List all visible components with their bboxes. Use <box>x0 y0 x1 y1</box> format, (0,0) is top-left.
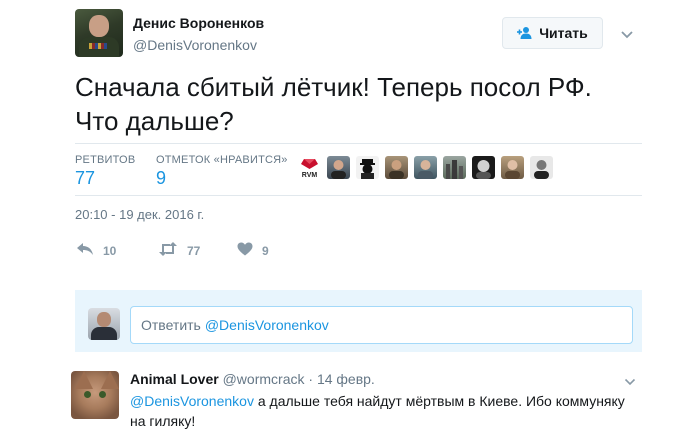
likes-count[interactable]: 9 <box>156 168 166 189</box>
retweet-count: 77 <box>187 243 201 258</box>
current-user-avatar <box>88 308 120 340</box>
reply-header: Animal Lover @wormcrack · 14 февр. <box>130 371 375 387</box>
liker-avatar[interactable] <box>443 156 466 179</box>
author-name[interactable]: Денис Вороненков <box>133 15 264 31</box>
liker-avatar[interactable] <box>385 156 408 179</box>
reply-input-mention: @DenisVoronenkov <box>204 317 329 333</box>
reply-text-line2: на гиляку! <box>130 413 196 429</box>
chevron-down-icon[interactable] <box>624 373 636 391</box>
liker-avatar[interactable] <box>472 156 495 179</box>
retweet-icon <box>158 242 178 259</box>
reply-text: @DenisVoronenkov а дальше тебя найдут мё… <box>130 391 640 431</box>
tweet-text-line: Сначала сбитый лётчик! Теперь посол РФ. <box>75 72 592 102</box>
divider <box>75 143 642 144</box>
liker-avatar[interactable]: RVM <box>298 156 321 179</box>
retweets-count[interactable]: 77 <box>75 168 95 189</box>
liker-avatars: RVM <box>298 156 553 179</box>
follow-button-label: Читать <box>539 25 588 41</box>
follow-button[interactable]: Читать <box>502 17 603 49</box>
retweets-label[interactable]: РЕТВИТОВ <box>75 154 135 166</box>
tweet-text: Сначала сбитый лётчик! Теперь посол РФ. … <box>75 70 645 138</box>
heart-icon <box>237 242 253 259</box>
reply-action[interactable]: 10 <box>76 242 116 259</box>
author-avatar[interactable] <box>75 9 123 57</box>
reply-icon <box>76 242 94 259</box>
liker-avatar[interactable] <box>530 156 553 179</box>
likes-label[interactable]: ОТМЕТОК «НРАВИТСЯ» <box>156 154 288 166</box>
liker-avatar[interactable] <box>327 156 350 179</box>
chevron-down-icon[interactable] <box>620 27 634 45</box>
reply-input[interactable]: Ответить @DenisVoronenkov <box>130 306 633 344</box>
reply-mention[interactable]: @DenisVoronenkov <box>130 393 254 409</box>
reply-text-line1: а дальше тебя найдут мёртвым в Киеве. Иб… <box>253 393 625 409</box>
reply-separator: · <box>308 371 314 387</box>
liker-avatar[interactable] <box>414 156 437 179</box>
like-action[interactable]: 9 <box>237 242 269 259</box>
tweet-timestamp[interactable]: 20:10 - 19 дек. 2016 г. <box>75 207 204 222</box>
reply-author-name[interactable]: Animal Lover <box>130 371 219 387</box>
tweet-text-line: Что дальше? <box>75 106 234 136</box>
divider <box>75 195 642 196</box>
svg-text:RVM: RVM <box>302 172 318 179</box>
reply-count: 10 <box>103 243 117 258</box>
add-user-icon <box>517 26 533 40</box>
reply-input-prefix: Ответить <box>141 317 201 333</box>
reply-author-handle[interactable]: @wormcrack <box>223 371 305 387</box>
like-count: 9 <box>262 243 269 258</box>
reply-author-avatar[interactable] <box>71 371 119 419</box>
retweet-action[interactable]: 77 <box>158 242 200 259</box>
author-handle[interactable]: @DenisVoronenkov <box>133 37 257 53</box>
liker-avatar[interactable] <box>356 156 379 179</box>
reply-date[interactable]: 14 февр. <box>317 371 375 387</box>
liker-avatar[interactable] <box>501 156 524 179</box>
